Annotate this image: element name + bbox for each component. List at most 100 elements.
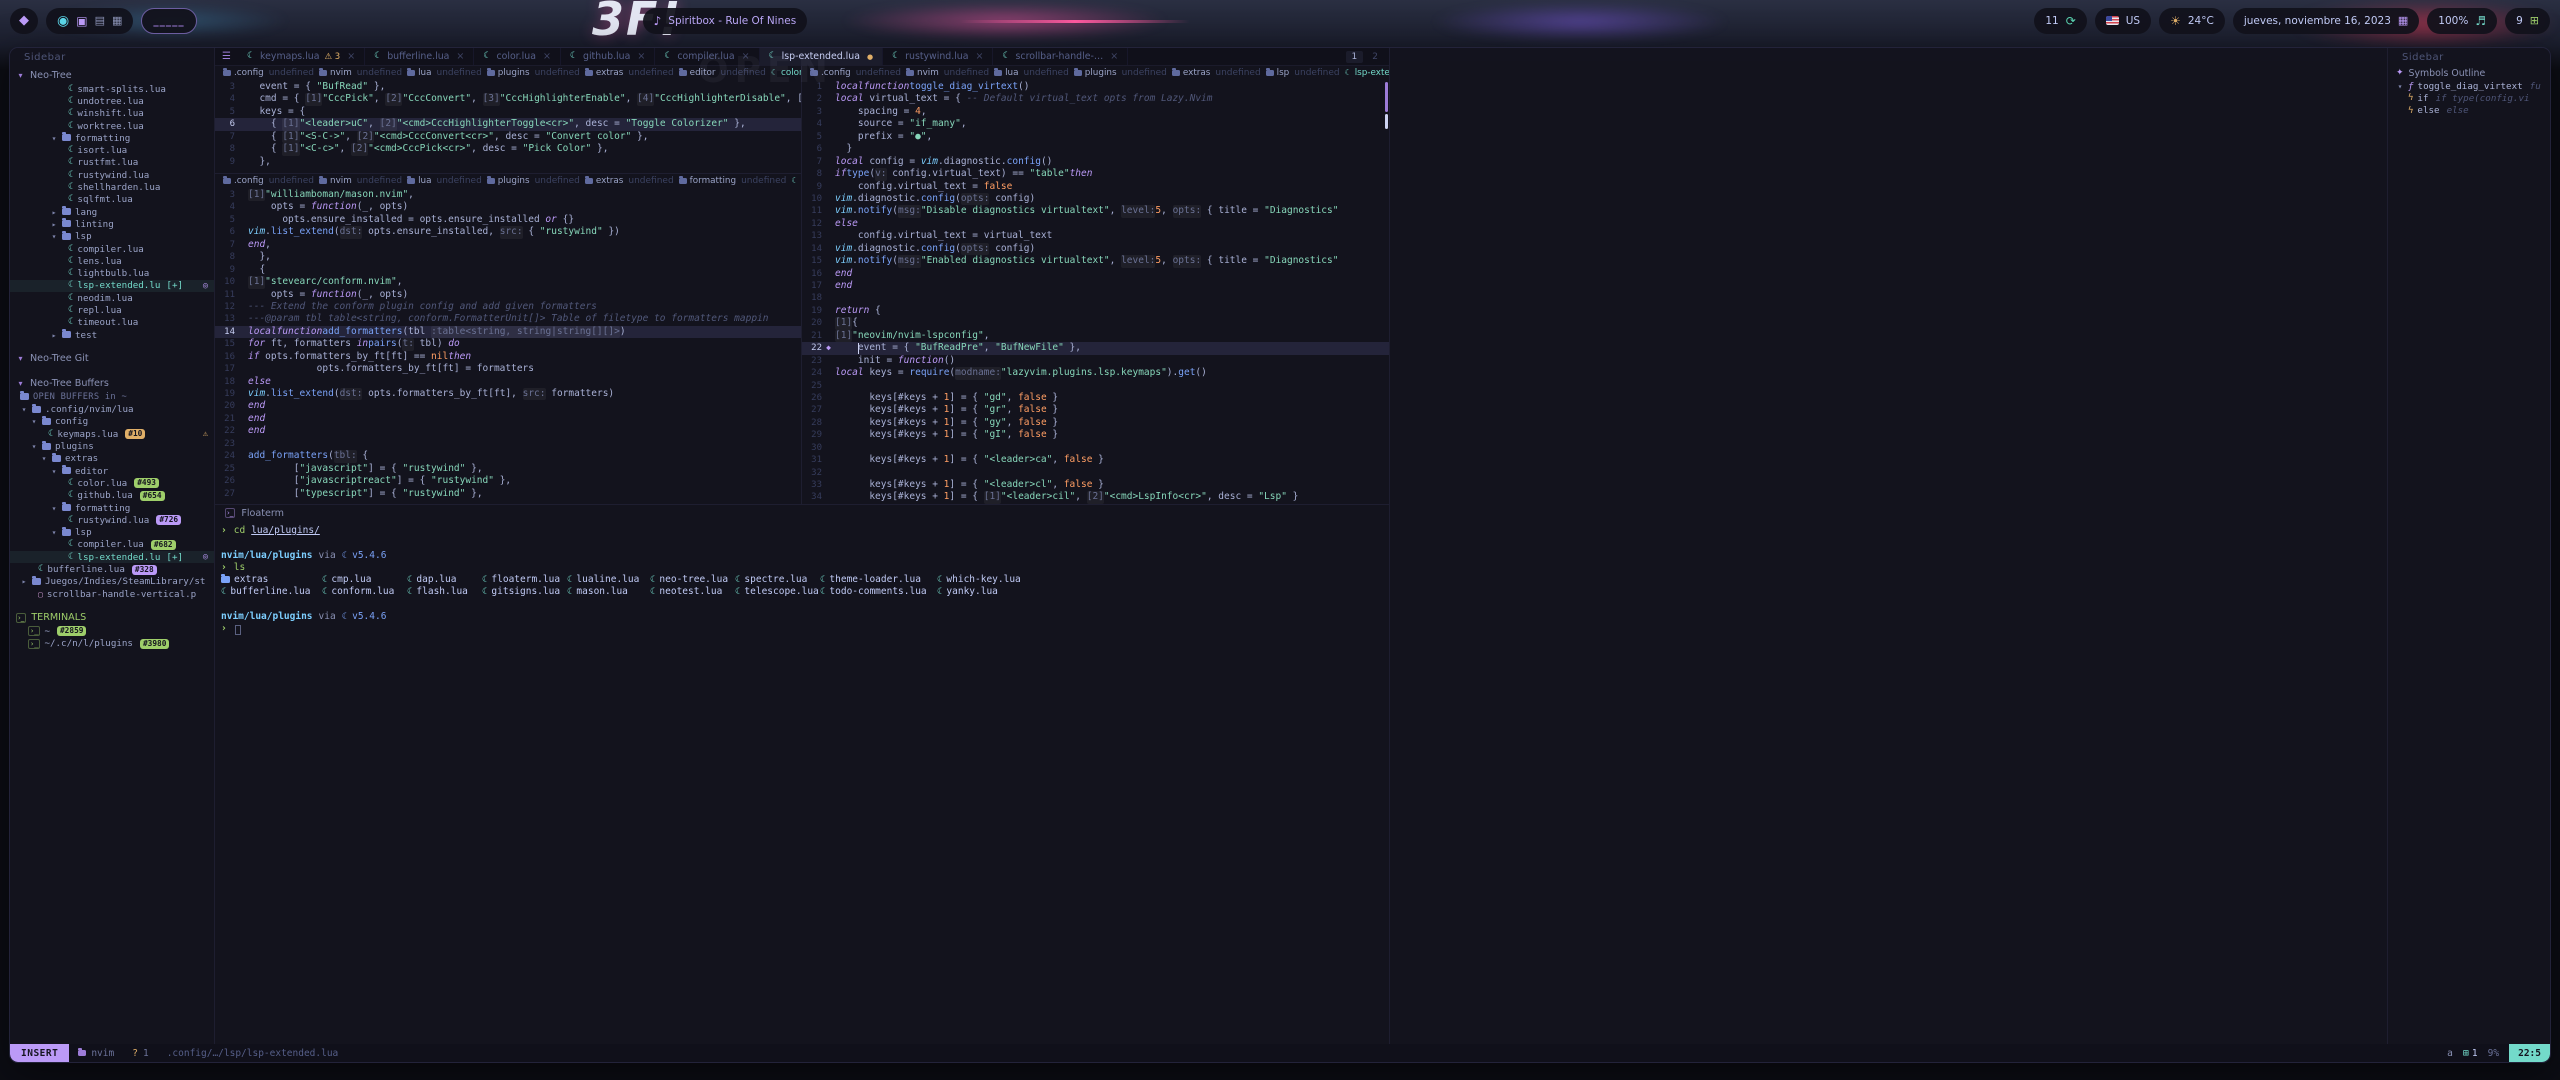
- buffer-tab[interactable]: ☾color.lua×: [474, 48, 561, 65]
- breadcrumb-item[interactable]: lua: [994, 68, 1018, 78]
- code-line[interactable]: 5 keys = {: [215, 106, 801, 118]
- screens-widget[interactable]: 9 ⊞: [2505, 8, 2550, 34]
- code-line[interactable]: 24 local keys = require(modname: "lazyvi…: [802, 367, 1389, 379]
- code-line[interactable]: 28 keys[#keys + 1] = { "gy", false }: [802, 417, 1389, 429]
- code-line[interactable]: 22◆ event = { "BufReadPre", "BufNewFile"…: [802, 342, 1389, 354]
- code-line[interactable]: 14 vim.diagnostic.config(opts: config): [802, 243, 1389, 255]
- close-icon[interactable]: ×: [637, 51, 645, 62]
- code-line[interactable]: 17end: [802, 280, 1389, 292]
- tree-item[interactable]: ☾github.lua#654: [10, 490, 214, 502]
- buffer-tab[interactable]: ☾compiler.lua×: [655, 48, 759, 65]
- tree-item[interactable]: ▾config: [10, 416, 214, 428]
- tree-item[interactable]: ☾shellharden.lua: [10, 181, 214, 193]
- code-line[interactable]: 16 if opts.formatters_by_ft[ft] == nil t…: [215, 351, 801, 363]
- tree-item[interactable]: ▸linting: [10, 218, 214, 230]
- terminals-section-header[interactable]: ›_ TERMINALS: [10, 610, 214, 625]
- breadcrumb-item[interactable]: ☾lsp-extended.lua: [1345, 68, 1389, 78]
- editor-pane-rustywind[interactable]: .configundefinednvimundefinedluaundefine…: [215, 174, 801, 504]
- tree-item[interactable]: ☾repl.lua: [10, 304, 214, 316]
- code-line[interactable]: 8 },: [215, 251, 801, 263]
- editor-pane-color[interactable]: .configundefinednvimundefinedluaundefine…: [215, 66, 801, 174]
- neotree-buffers-header[interactable]: ▾ Neo-Tree Buffers: [10, 376, 214, 391]
- updates-widget[interactable]: 11 ⟳: [2034, 8, 2086, 34]
- code-line[interactable]: 21 [1]"neovim/nvim-lspconfig",: [802, 330, 1389, 342]
- tree-item[interactable]: ▾lsp: [10, 231, 214, 243]
- code-line[interactable]: 32: [802, 467, 1389, 479]
- code-line[interactable]: 3 spacing = 4,: [802, 106, 1389, 118]
- tree-item[interactable]: ☾lens.lua: [10, 255, 214, 267]
- terminal-output[interactable]: ›cdlua/plugins/ nvim/lua/pluginsvia☾v5.4…: [215, 521, 1389, 636]
- code-line[interactable]: 4 cmd = { [1]"CccPick", [2]"CccConvert",…: [215, 93, 801, 105]
- close-icon[interactable]: ×: [347, 51, 355, 62]
- code-line[interactable]: 3 [1]"williamboman/mason.nvim",: [215, 189, 801, 201]
- buffer-tab[interactable]: ☾scrollbar-handle-…×: [993, 48, 1128, 65]
- code-line[interactable]: 7 end,: [215, 239, 801, 251]
- code-line[interactable]: 13 ---@param tbl table<string, conform.F…: [215, 313, 801, 325]
- tree-item[interactable]: ☾undotree.lua: [10, 95, 214, 107]
- code-line[interactable]: 7 { [1]"<S-C->", [2]"<cmd>CccConvert<cr>…: [215, 131, 801, 143]
- code-line[interactable]: 14 local function add_formatters(tbl :ta…: [215, 326, 801, 338]
- breadcrumb-item[interactable]: nvim: [319, 68, 352, 78]
- tree-item[interactable]: ☾lightbulb.lua: [10, 267, 214, 279]
- code-line[interactable]: 3 event = { "BufRead" },: [215, 81, 801, 93]
- code-line[interactable]: 27 ["typescript"] = { "rustywind" },: [215, 488, 801, 500]
- close-icon[interactable]: ×: [543, 51, 551, 62]
- terminal-buffer-item[interactable]: ›_~/.c/n/l/plugins#3980: [10, 638, 214, 650]
- code-line[interactable]: 26 keys[#keys + 1] = { "gd", false }: [802, 392, 1389, 404]
- keyboard-layout-widget[interactable]: US: [2095, 8, 2151, 34]
- breadcrumb-item[interactable]: plugins: [487, 68, 530, 78]
- code-line[interactable]: 18 else: [215, 376, 801, 388]
- tree-item[interactable]: ☾winshift.lua: [10, 108, 214, 120]
- breadcrumb-item[interactable]: extras: [585, 68, 624, 78]
- tree-item[interactable]: ▸Juegos/Indies/SteamLibrary/st: [10, 576, 214, 588]
- code-line[interactable]: 27 keys[#keys + 1] = { "gr", false }: [802, 404, 1389, 416]
- code-line[interactable]: 2 local virtual_text = { -- Default virt…: [802, 93, 1389, 105]
- code-line[interactable]: 33 keys[#keys + 1] = { "<leader>cl", fal…: [802, 479, 1389, 491]
- tree-item[interactable]: ☾rustywind.lua: [10, 169, 214, 181]
- code-line[interactable]: 20 [1]{: [802, 317, 1389, 329]
- music-widget[interactable]: ♪ Spiritbox - Rule Of Nines: [643, 8, 808, 34]
- tree-item[interactable]: ☾neodim.lua: [10, 292, 214, 304]
- breadcrumb-item[interactable]: .config: [810, 68, 851, 78]
- tree-item[interactable]: ☾timeout.lua: [10, 317, 214, 329]
- code-line[interactable]: 11 opts = function(_, opts): [215, 289, 801, 301]
- code-line[interactable]: 16 end: [802, 268, 1389, 280]
- launcher-button[interactable]: ◆: [10, 8, 38, 34]
- tree-item[interactable]: ▾lsp: [10, 527, 214, 539]
- tree-item[interactable]: ☾smart-splits.lua: [10, 83, 214, 95]
- code-line[interactable]: 10 vim.diagnostic.config(opts: config): [802, 193, 1389, 205]
- code-line[interactable]: 25: [802, 380, 1389, 392]
- code-line[interactable]: 29 keys[#keys + 1] = { "gI", false }: [802, 429, 1389, 441]
- code-line[interactable]: 7 local config = vim.diagnostic.config(): [802, 156, 1389, 168]
- tree-item[interactable]: ☾worktree.lua: [10, 120, 214, 132]
- code-line[interactable]: 24 add_formatters(tbl: {: [215, 450, 801, 462]
- code-line[interactable]: 8 { [1]"<C-c>", [2]"<cmd>CccPick<cr>", d…: [215, 143, 801, 155]
- buffer-tab[interactable]: ☾bufferline.lua×: [365, 48, 474, 65]
- buffer-tab[interactable]: ☾github.lua×: [561, 48, 655, 65]
- breadcrumb-item[interactable]: extras: [585, 176, 624, 186]
- code-line[interactable]: 12 else: [802, 218, 1389, 230]
- breadcrumb-item[interactable]: lua: [407, 176, 431, 186]
- tree-item[interactable]: ☾lsp-extended.lu[+]◎: [10, 280, 214, 292]
- code-line[interactable]: 5 prefix = "●",: [802, 131, 1389, 143]
- tree-item[interactable]: ☾compiler.lua: [10, 243, 214, 255]
- date-widget[interactable]: jueves, noviembre 16, 2023 ▦: [2233, 8, 2419, 34]
- close-icon[interactable]: ×: [456, 51, 464, 62]
- scrollbar[interactable]: [1385, 82, 1388, 129]
- code-line[interactable]: 23 init = function(): [802, 355, 1389, 367]
- terminal-buffer-item[interactable]: ›_~#2859: [10, 625, 214, 637]
- neotree-section-header[interactable]: ▾ Neo-Tree: [10, 68, 214, 83]
- symbols-outline-header[interactable]: ✦ Symbols Outline: [2388, 66, 2550, 80]
- tree-item[interactable]: ▾plugins: [10, 440, 214, 452]
- tree-item[interactable]: ▾formatting: [10, 132, 214, 144]
- buffer-tab[interactable]: ☾lsp-extended.lua●: [760, 48, 884, 65]
- breadcrumb-item[interactable]: ☾color.lua: [771, 68, 801, 78]
- code-line[interactable]: 1local function toggle_diag_virtext(): [802, 81, 1389, 93]
- tree-item[interactable]: ☾rustfmt.lua: [10, 157, 214, 169]
- breadcrumb-item[interactable]: formatting: [679, 176, 736, 186]
- floaterm-panel[interactable]: ›_ Floaterm ›cdlua/plugins/ nvim/lua/plu…: [215, 504, 1389, 1044]
- files-icon[interactable]: ▤: [95, 15, 105, 26]
- code-line[interactable]: 4 opts = function(_, opts): [215, 201, 801, 213]
- code-line[interactable]: 21 end: [215, 413, 801, 425]
- code-line[interactable]: 23: [215, 438, 801, 450]
